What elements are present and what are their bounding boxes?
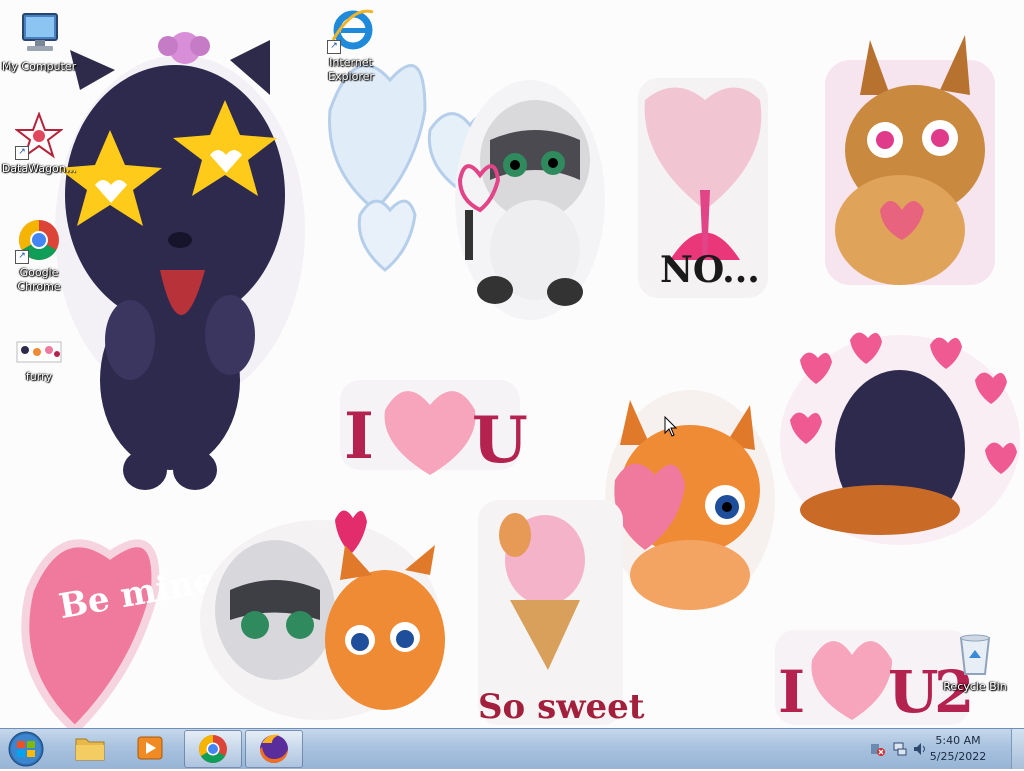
taskbar-media-player-button[interactable] xyxy=(122,730,178,766)
hearts-black-cat-sticker xyxy=(780,332,1020,545)
shortcut-arrow-icon: ↗ xyxy=(327,40,341,54)
chipmunk-sticker xyxy=(825,35,995,285)
mouse-cursor-icon xyxy=(664,416,678,437)
computer-icon xyxy=(15,10,63,58)
raccoon-cat-hug-sticker xyxy=(200,510,445,720)
desktop-icon-my-computer[interactable]: My Computer xyxy=(0,10,78,74)
chrome-icon xyxy=(199,735,227,763)
chrome-icon: ↗ xyxy=(15,216,63,264)
desktop-icon-label: My Computer xyxy=(1,60,77,73)
desktop-wallpaper: NO... I U Be mine So sweet I U 2 My Comp… xyxy=(0,0,1024,728)
clock-date: 5/25/2022 xyxy=(929,750,987,763)
desktop-icon-furry[interactable]: furry xyxy=(0,336,78,384)
svg-text:U: U xyxy=(472,403,528,478)
image-file-icon xyxy=(15,336,63,368)
black-cat-sticker xyxy=(55,32,305,490)
taskbar-chrome-button[interactable] xyxy=(184,730,242,768)
hourglass-heart-sticker: NO... xyxy=(638,78,768,298)
shortcut-arrow-icon: ↗ xyxy=(15,146,29,160)
recycle-bin-icon xyxy=(951,630,999,678)
svg-text:U: U xyxy=(888,658,939,726)
folder-icon xyxy=(75,738,105,761)
shortcut-arrow-icon: ↗ xyxy=(15,250,29,264)
desktop-icon-internet-explorer[interactable]: ↗ Internet Explorer xyxy=(312,6,390,84)
desktop-icon-label: Internet Explorer xyxy=(328,56,374,83)
start-button[interactable] xyxy=(4,731,48,767)
media-player-icon xyxy=(137,736,163,760)
taskbar: 5:40 AM 5/25/2022 xyxy=(0,728,1024,769)
orange-cat-heart-sticker xyxy=(605,390,775,610)
svg-text:I: I xyxy=(344,399,374,474)
wallpaper-stickers: NO... I U Be mine So sweet I U 2 xyxy=(21,32,1020,728)
internet-explorer-icon: ↗ xyxy=(327,6,375,54)
be-mine-sticker: Be mine xyxy=(21,539,218,728)
windows-logo-icon xyxy=(8,731,44,767)
taskbar-explorer-button[interactable] xyxy=(62,730,118,766)
svg-text:So sweet: So sweet xyxy=(478,687,645,727)
no-sticker-text: NO... xyxy=(660,249,760,291)
desktop-icon-label: furry xyxy=(25,370,53,383)
network-icon[interactable] xyxy=(892,741,908,757)
taskbar-clock[interactable]: 5:40 AM 5/25/2022 xyxy=(926,733,990,765)
desktop-icon-datawagon[interactable]: ↗ DataWagon... xyxy=(0,111,78,176)
network-warning-icon[interactable] xyxy=(870,741,886,757)
desktop-icon-google-chrome[interactable]: ↗ Google Chrome xyxy=(0,216,78,294)
svg-text:I: I xyxy=(778,658,805,726)
datawagon-icon: ↗ xyxy=(14,111,64,160)
taskbar-firefox-button[interactable] xyxy=(245,730,303,768)
desktop-icon-label: Google Chrome xyxy=(17,266,61,293)
i-love-u-sticker: I U xyxy=(340,380,528,478)
desktop-icon-recycle-bin[interactable]: Recycle Bin xyxy=(936,630,1014,694)
ice-cream-sticker: So sweet xyxy=(478,500,645,727)
desktop-icon-label: Recycle Bin xyxy=(943,680,1007,693)
system-tray: 5:40 AM 5/25/2022 xyxy=(854,729,1024,769)
desktop-icon-label: DataWagon... xyxy=(1,162,77,175)
firefox-icon xyxy=(260,734,288,763)
raccoon-sticker xyxy=(455,80,605,320)
clock-time: 5:40 AM xyxy=(935,734,981,747)
show-desktop-button[interactable] xyxy=(1011,729,1024,769)
